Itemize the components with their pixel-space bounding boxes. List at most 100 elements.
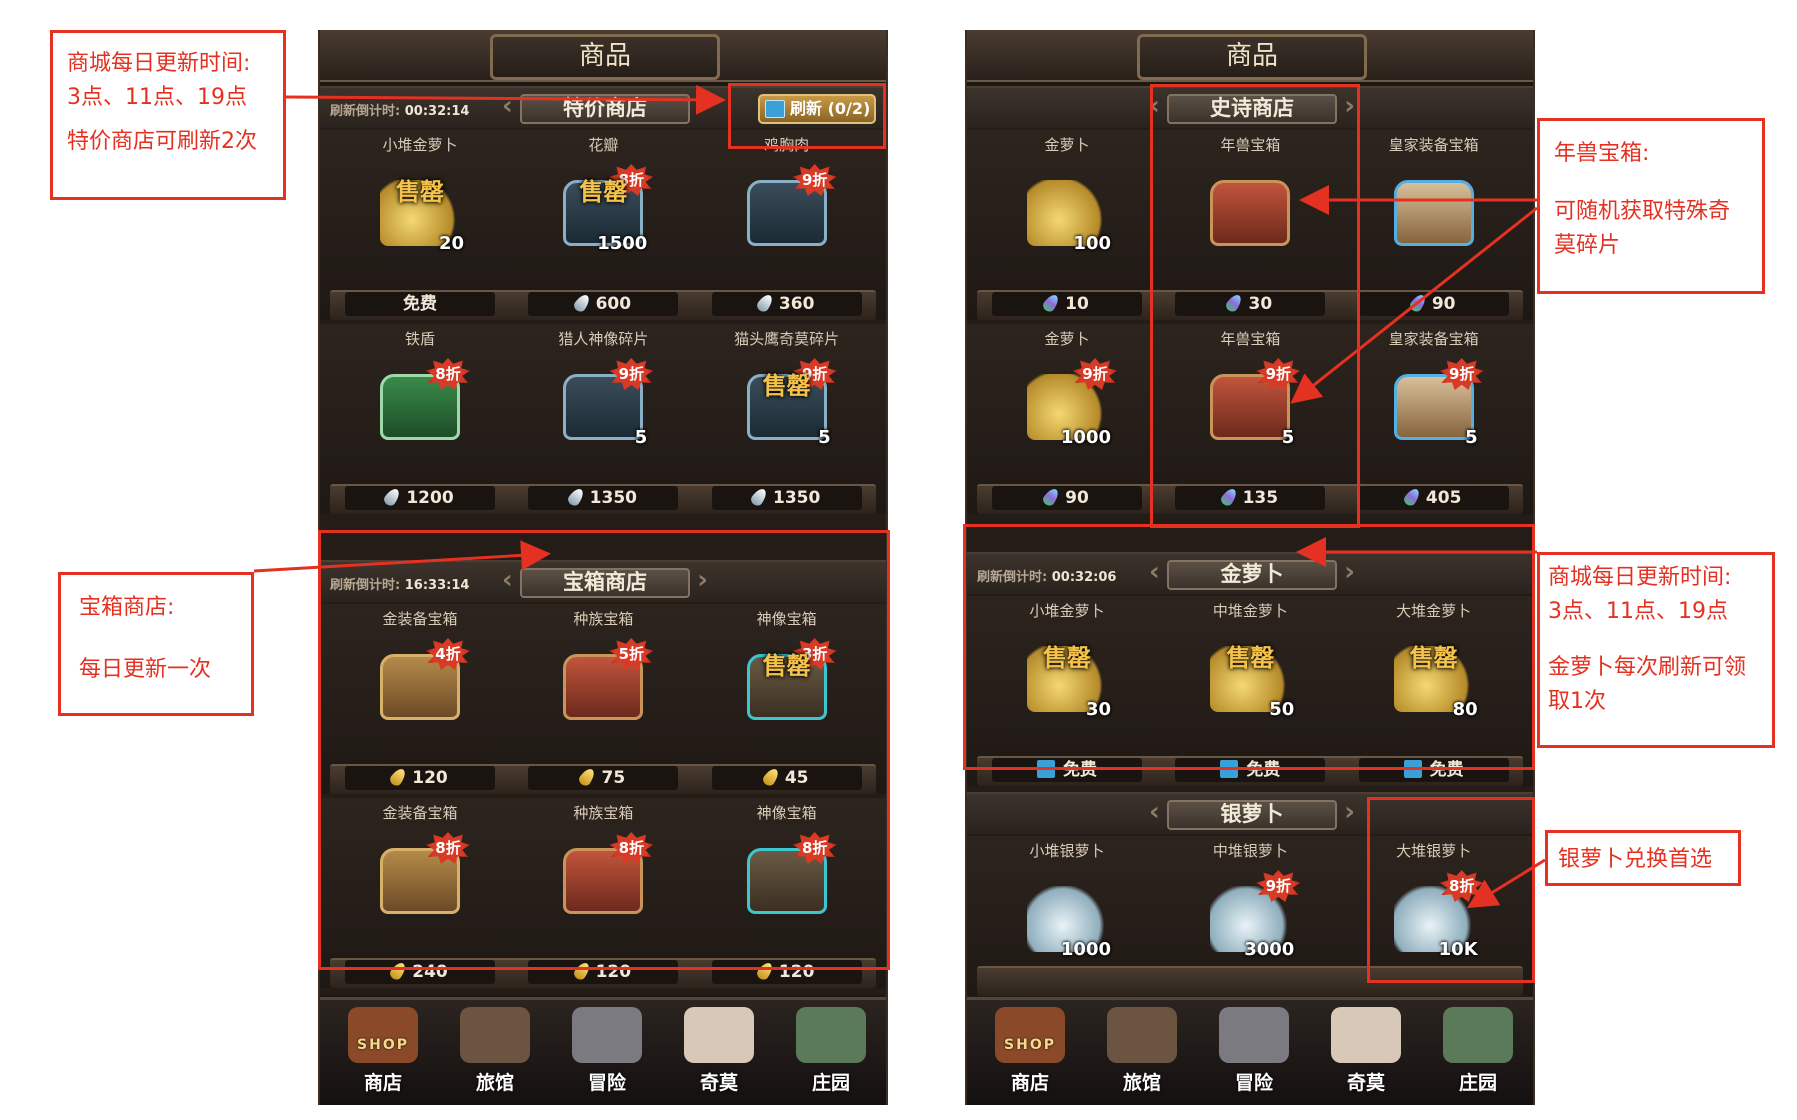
- nav-item-crossed-swords[interactable]: 冒险: [552, 999, 662, 1097]
- nian-chest-column-highlight: [1150, 84, 1360, 528]
- manor-icon: [1443, 1007, 1513, 1063]
- item-name: 金萝卜: [1044, 330, 1090, 348]
- buy-button[interactable]: 90: [992, 486, 1142, 510]
- item-quantity: 100: [1073, 233, 1111, 254]
- nav-label: 冒险: [1234, 1072, 1273, 1094]
- annotation-text: 宝箱商店: 每日更新一次: [79, 595, 212, 682]
- price-text: 600: [595, 294, 632, 314]
- item-name: 铁盾: [404, 330, 435, 348]
- item-name: 猎人神像碎片: [558, 330, 649, 348]
- sold-out-label: 售罄: [1043, 644, 1091, 672]
- nav-label: 庄园: [811, 1072, 850, 1094]
- nav-item-shop[interactable]: SHOP 商店: [975, 999, 1085, 1097]
- shop-item[interactable]: 猫头鹰奇莫碎片 5 9折 售罄 1350: [697, 324, 877, 514]
- inn-icon: [1107, 1007, 1177, 1063]
- annotation-nian-chest: 年兽宝箱: 可随机获取特殊奇 莫碎片: [1537, 118, 1765, 294]
- buy-button[interactable]: 405: [1358, 486, 1509, 510]
- price-text: 10: [1065, 294, 1089, 314]
- price-text: 90: [1065, 488, 1089, 508]
- nav-item-qimo[interactable]: 奇莫: [1311, 999, 1421, 1097]
- nav-label: 奇莫: [699, 1072, 738, 1094]
- rainbow-carrot-icon: [1401, 486, 1422, 508]
- item-name: 金萝卜: [1044, 136, 1090, 154]
- item-name: 中堆银萝卜: [1212, 842, 1288, 860]
- buy-button[interactable]: 600: [528, 292, 679, 316]
- manor-icon: [796, 1007, 866, 1063]
- shelf-row: 铁盾 8折 1200 猎人神像碎片 5 9折 1350 猫头鹰奇莫碎片 5 9折 售罄 1350: [320, 324, 886, 514]
- annotation-chest-shop: 宝箱商店: 每日更新一次: [58, 572, 254, 716]
- crossed-swords-icon: [572, 1007, 642, 1063]
- sold-out-label: 售罄: [1409, 644, 1458, 672]
- rainbow-carrot-icon: [1041, 292, 1062, 314]
- buy-button[interactable]: 360: [711, 292, 862, 316]
- buy-button[interactable]: 免费: [345, 292, 495, 316]
- price-text: 免费: [403, 294, 437, 314]
- nav-item-shop[interactable]: SHOP 商店: [328, 999, 438, 1097]
- buy-button[interactable]: 1350: [711, 486, 862, 510]
- item-quantity: 5: [1465, 427, 1478, 448]
- buy-button[interactable]: 1350: [528, 486, 679, 510]
- annotation-text: 银萝卜兑换首选: [1558, 847, 1713, 872]
- item-name: 花瓣: [588, 136, 619, 154]
- item-quantity: 5: [634, 427, 648, 448]
- shop-icon: SHOP: [348, 1007, 418, 1063]
- annotation-silver-carrot: 银萝卜兑换首选: [1545, 830, 1741, 886]
- gold-carrot-icon: 1000 9折: [1019, 358, 1117, 454]
- price-text: 1200: [406, 488, 454, 508]
- shop-item[interactable]: 鸡胸肉 9折 360: [697, 130, 877, 320]
- nav-item-crossed-swords[interactable]: 冒险: [1199, 999, 1309, 1097]
- iron-shield-icon: 8折: [372, 358, 470, 454]
- refresh-button-highlight: [728, 83, 886, 149]
- nav-item-manor[interactable]: 庄园: [1423, 999, 1533, 1097]
- special-shop-section: 刷新倒计时: 00:32:14 特价商店 刷新 (0/2) 小堆金萝卜20售罄免…: [320, 86, 886, 560]
- price-text: 360: [778, 294, 815, 314]
- buy-button[interactable]: 90: [1358, 292, 1509, 316]
- shop-item[interactable]: 铁盾 8折 1200: [330, 324, 510, 514]
- special-shop-title: 特价商店: [502, 94, 708, 124]
- shop-item[interactable]: 皇家装备宝箱 90: [1344, 130, 1524, 320]
- rainbow-carrot-icon: [1407, 292, 1428, 314]
- shelf-row: 小堆金萝卜 20 售罄 免费 花瓣 1500 8折 售罄 600 鸡胸肉 9折 360: [320, 130, 886, 320]
- refresh-countdown: 刷新倒计时: 00:32:14: [330, 104, 470, 119]
- item-name: 皇家装备宝箱: [1388, 136, 1479, 154]
- buy-button[interactable]: 10: [992, 292, 1142, 316]
- shop-item[interactable]: 小堆银萝卜 1000: [977, 836, 1157, 996]
- shop-item[interactable]: 花瓣 1500 8折 售罄 600: [513, 130, 693, 320]
- item-name: 小堆银萝卜: [1029, 842, 1105, 860]
- page-title: 商品: [1137, 34, 1367, 80]
- nav-item-inn[interactable]: 旅馆: [1087, 999, 1197, 1097]
- nav-label: 冒险: [587, 1072, 626, 1094]
- silver-carrot-icon: [565, 486, 586, 508]
- nav-item-manor[interactable]: 庄园: [776, 999, 886, 1097]
- shop-item[interactable]: 皇家装备宝箱 5 9折 405: [1344, 324, 1524, 514]
- item-quantity: 1500: [597, 233, 648, 254]
- rainbow-carrot-icon: [1041, 486, 1062, 508]
- sold-out-label: 售罄: [762, 372, 811, 400]
- shop-item[interactable]: 猎人神像碎片 5 9折 1350: [513, 324, 693, 514]
- page-title: 商品: [490, 34, 720, 80]
- nav-item-inn[interactable]: 旅馆: [440, 999, 550, 1097]
- nav-label: 旅馆: [1122, 1072, 1161, 1094]
- royal-equipment-chest-icon: [1386, 164, 1482, 260]
- nav-label: 庄园: [1458, 1072, 1497, 1094]
- qimo-icon: [684, 1007, 754, 1063]
- shop-sign-text: SHOP: [1004, 1037, 1056, 1053]
- item-image: [1393, 180, 1474, 246]
- item-quantity: 20: [438, 233, 464, 254]
- annotation-update-time-special: 商城每日更新时间: 3点、11点、19点 特价商店可刷新2次: [50, 30, 286, 200]
- shop-item[interactable]: 金萝卜 100 10: [977, 130, 1157, 320]
- silver-carrot-pile-icon: 3000 9折: [1202, 870, 1301, 966]
- shop-item[interactable]: 金萝卜 1000 9折 90: [977, 324, 1157, 514]
- shop-item[interactable]: 小堆金萝卜 20 售罄 免费: [330, 130, 510, 320]
- nav-item-qimo[interactable]: 奇莫: [664, 999, 774, 1097]
- royal-equipment-chest-icon: 5 9折: [1386, 358, 1484, 454]
- silver-carrot-pile-icon: 1000: [1019, 870, 1115, 966]
- item-quantity: 3000: [1244, 939, 1295, 960]
- shop-icon: SHOP: [995, 1007, 1065, 1063]
- shop-item[interactable]: 中堆银萝卜 3000 9折: [1160, 836, 1340, 996]
- price-text: 405: [1425, 488, 1462, 508]
- bottom-nav: SHOP 商店 旅馆 冒险 奇莫 庄园: [967, 997, 1533, 1105]
- item-name: 猫头鹰奇莫碎片: [734, 330, 840, 348]
- buy-button[interactable]: 1200: [345, 486, 495, 510]
- silver-carrot-title: 银萝卜: [1149, 800, 1355, 830]
